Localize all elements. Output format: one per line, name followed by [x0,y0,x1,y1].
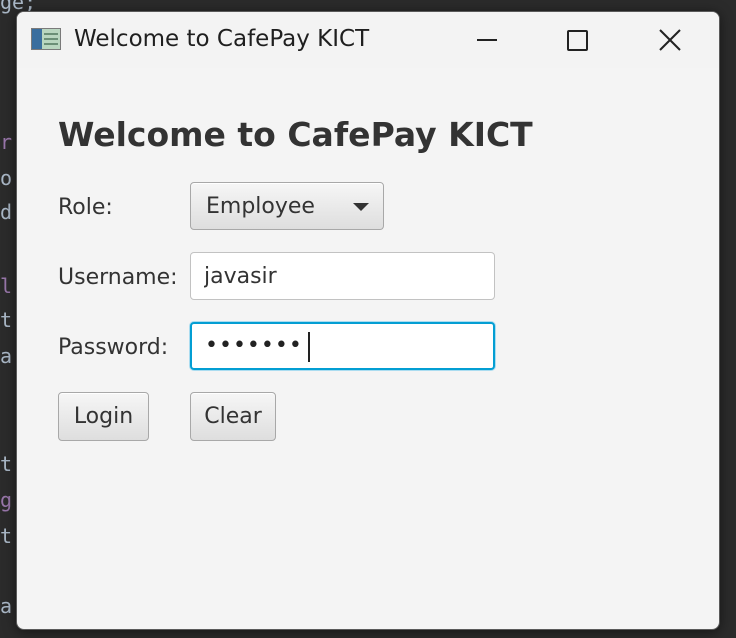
background-code-line: o [0,166,13,190]
background-code-line: a [0,594,13,618]
background-code-line: t [0,308,13,332]
username-label: Username: [58,265,178,290]
login-window: Welcome to CafePay KICT Welcome to CafeP… [16,11,720,630]
minimize-button[interactable] [457,12,517,68]
app-icon [31,28,61,50]
close-icon [659,29,681,51]
title-bar[interactable]: Welcome to CafePay KICT [17,12,719,68]
background-code-line: a [0,344,13,368]
text-caret [308,332,310,362]
maximize-button[interactable] [547,12,607,68]
clear-button[interactable]: Clear [190,392,276,441]
close-button[interactable] [640,12,700,68]
minimize-icon [477,39,497,41]
role-selected-value: Employee [206,194,315,219]
background-code-line: g [0,488,13,512]
password-label: Password: [58,335,169,360]
window-title: Welcome to CafePay KICT [74,26,370,52]
page-heading: Welcome to CafePay KICT [58,115,533,154]
background-code-line: l [0,274,13,298]
username-input[interactable] [190,252,495,300]
login-button[interactable]: Login [58,392,149,441]
role-dropdown[interactable]: Employee [190,182,384,230]
background-code-line: d [0,200,13,224]
role-label: Role: [58,195,113,220]
maximize-icon [566,29,588,51]
dropdown-arrow-icon [353,203,369,211]
password-input[interactable]: ••••••• [190,322,495,370]
password-masked-value: ••••••• [205,333,303,358]
background-code-line: r [0,130,13,154]
